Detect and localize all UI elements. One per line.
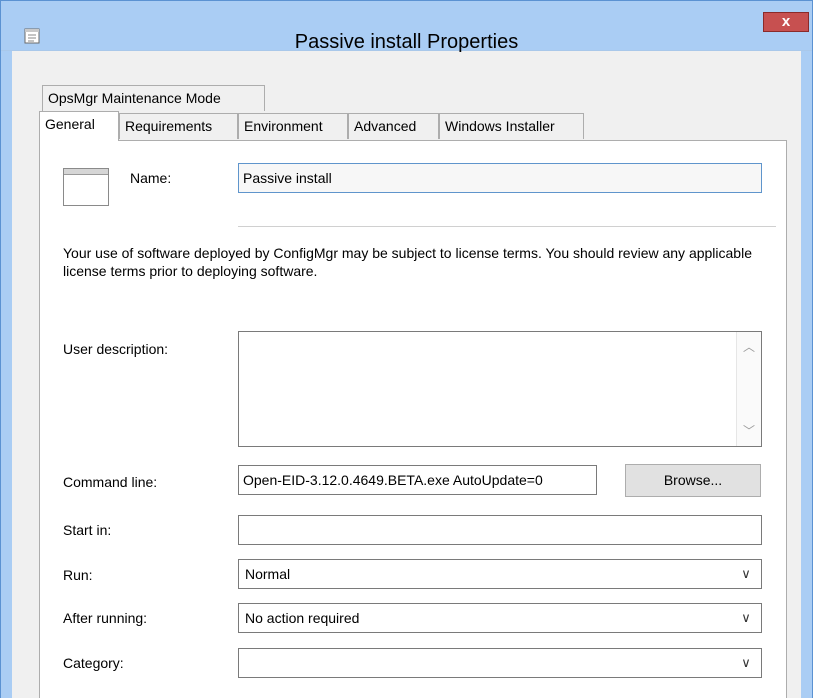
after-running-select-value: No action required xyxy=(245,610,360,626)
after-running-select[interactable]: No action required ∨ xyxy=(238,603,762,633)
title-bar[interactable]: Passive install Properties x xyxy=(1,1,812,53)
license-notice: Your use of software deployed by ConfigM… xyxy=(63,245,752,279)
window-frame-right xyxy=(801,51,812,698)
run-select-value: Normal xyxy=(245,566,291,582)
scroll-down-icon[interactable]: ﹀ xyxy=(740,422,758,440)
command-line-label: Command line: xyxy=(63,474,158,490)
tab-general[interactable]: General xyxy=(39,111,119,141)
command-line-field[interactable]: Open-EID-3.12.0.4649.BETA.exe AutoUpdate… xyxy=(238,465,597,495)
run-select[interactable]: Normal ∨ xyxy=(238,559,762,589)
chevron-down-icon[interactable]: ∨ xyxy=(739,560,753,588)
chevron-down-icon[interactable]: ∨ xyxy=(739,649,753,677)
user-description-label: User description: xyxy=(63,341,169,357)
after-running-label: After running: xyxy=(63,610,148,626)
name-field[interactable]: Passive install xyxy=(238,163,762,193)
tab-environment[interactable]: Environment xyxy=(238,113,348,139)
chevron-down-icon[interactable]: ∨ xyxy=(739,604,753,632)
start-in-label: Start in: xyxy=(63,522,112,538)
user-description-scrollbar[interactable]: ︿ ﹀ xyxy=(736,332,761,446)
run-label: Run: xyxy=(63,567,93,583)
name-label: Name: xyxy=(130,170,172,186)
scroll-up-icon[interactable]: ︿ xyxy=(740,338,758,356)
start-in-field[interactable] xyxy=(238,515,762,545)
tab-advanced[interactable]: Advanced xyxy=(348,113,439,139)
tab-windows-installer[interactable]: Windows Installer xyxy=(439,113,584,139)
window-title: Passive install Properties xyxy=(294,31,519,53)
user-description-field[interactable]: ︿ ﹀ xyxy=(238,331,762,447)
close-button[interactable]: x xyxy=(763,12,809,32)
browse-button[interactable]: Browse... xyxy=(625,464,761,497)
tab-opsmgr-maintenance-mode[interactable]: OpsMgr Maintenance Mode xyxy=(42,85,265,111)
tab-requirements[interactable]: Requirements xyxy=(119,113,238,139)
category-select[interactable]: ∨ xyxy=(238,648,762,678)
window-frame-left xyxy=(1,51,12,698)
program-window-icon xyxy=(63,168,109,206)
name-separator xyxy=(238,226,776,227)
category-label: Category: xyxy=(63,655,124,671)
